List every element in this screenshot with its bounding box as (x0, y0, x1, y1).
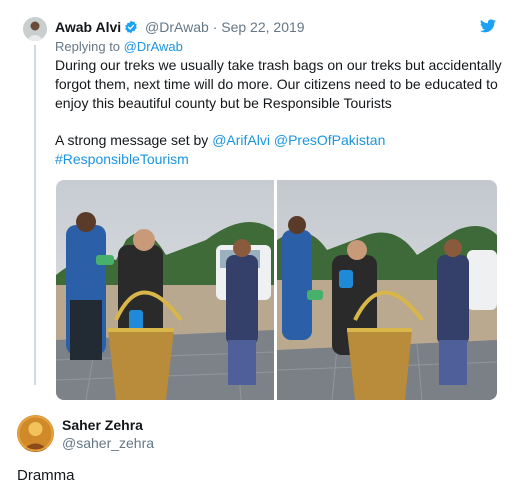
separator: · (212, 19, 218, 35)
avatar[interactable] (17, 415, 54, 452)
replying-to-handle-link[interactable]: @DrAwab (124, 39, 183, 54)
author-handle[interactable]: @saher_zehra (62, 435, 154, 451)
tweet-header: Awab Alvi @DrAwab · Sep 22, 2019 (55, 19, 305, 38)
tweet-paragraph: A strong message set by @ArifAlvi @PresO… (55, 131, 503, 169)
hashtag-link[interactable]: #ResponsibleTourism (55, 151, 189, 167)
tweet-photo[interactable] (56, 180, 274, 400)
mention-link-presofpakistan[interactable]: @PresOfPakistan (274, 132, 385, 148)
tweet-text: Dramma (17, 467, 75, 484)
replying-to: Replying to @DrAwab (55, 39, 183, 55)
tweet-text: During our treks we usually take trash b… (55, 56, 503, 169)
verified-badge-icon (124, 20, 138, 38)
tweet-paragraph: During our treks we usually take trash b… (55, 57, 502, 111)
author-name[interactable]: Awab Alvi (55, 19, 121, 35)
media-grid (56, 180, 497, 400)
thread-line (34, 45, 36, 385)
tweet-date[interactable]: Sep 22, 2019 (221, 19, 304, 35)
tweet-photo[interactable] (277, 180, 497, 400)
author-name[interactable]: Saher Zehra (62, 417, 143, 433)
replying-to-label: Replying to (55, 39, 124, 54)
mention-link-arifalvi[interactable]: @ArifAlvi (212, 132, 270, 148)
tweet-text-span: A strong message set by (55, 132, 213, 148)
author-handle[interactable]: @DrAwab (145, 19, 209, 35)
avatar[interactable] (23, 17, 47, 41)
twitter-bird-icon[interactable] (480, 19, 496, 33)
